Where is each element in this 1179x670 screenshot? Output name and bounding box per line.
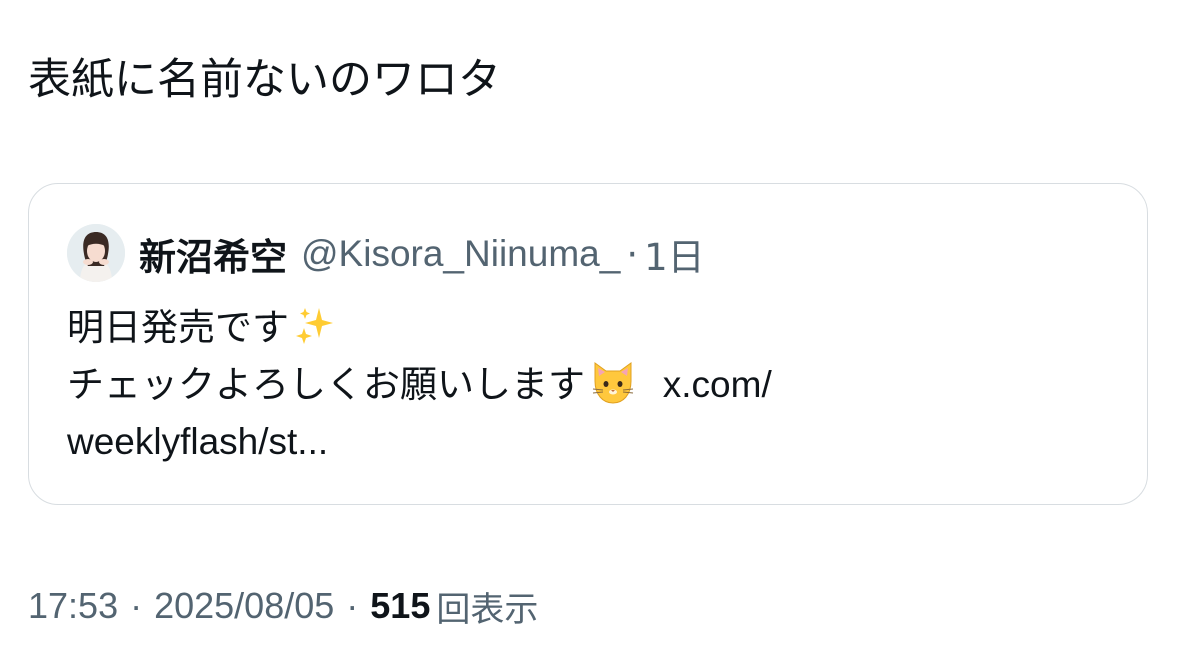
quoted-link[interactable]: x.com/ [663, 364, 772, 405]
views-label: 回表示 [436, 589, 539, 630]
post-time[interactable]: 17:53 [28, 585, 118, 627]
sparkles-icon [293, 304, 337, 364]
quoted-text-line-1: 明日発売です [67, 306, 289, 349]
views-count[interactable]: 515 [370, 585, 430, 627]
post-date[interactable]: 2025/08/05 [154, 585, 334, 627]
meta-separator: · [130, 585, 143, 626]
quoted-post-text: 明日発売です チェックよろしくお願いします x.com/ weeklyflash… [67, 299, 772, 470]
avatar[interactable] [67, 224, 125, 282]
quoted-post-card[interactable]: 新沼希空 @Kisora_Niinuma_ · 1日 明日発売です チェックよろ… [28, 183, 1148, 505]
quoted-post-time[interactable]: 1日 [644, 227, 705, 281]
quoted-link-continued[interactable]: weeklyflash/st... [67, 421, 328, 462]
quoted-author-handle[interactable]: @Kisora_Niinuma_ [301, 233, 620, 275]
cat-face-icon [589, 359, 637, 421]
quoted-author-name[interactable]: 新沼希空 [139, 227, 287, 281]
quoted-text-line-2: チェックよろしくお願いします [67, 363, 585, 406]
header-separator: · [626, 232, 639, 276]
quoted-post-header: 新沼希空 @Kisora_Niinuma_ · 1日 [139, 228, 705, 280]
post-meta: 17:53 · 2025/08/05 · 515 回表示 [28, 582, 538, 630]
post-text: 表紙に名前ないのワロタ [28, 55, 501, 105]
meta-separator: · [346, 585, 359, 626]
